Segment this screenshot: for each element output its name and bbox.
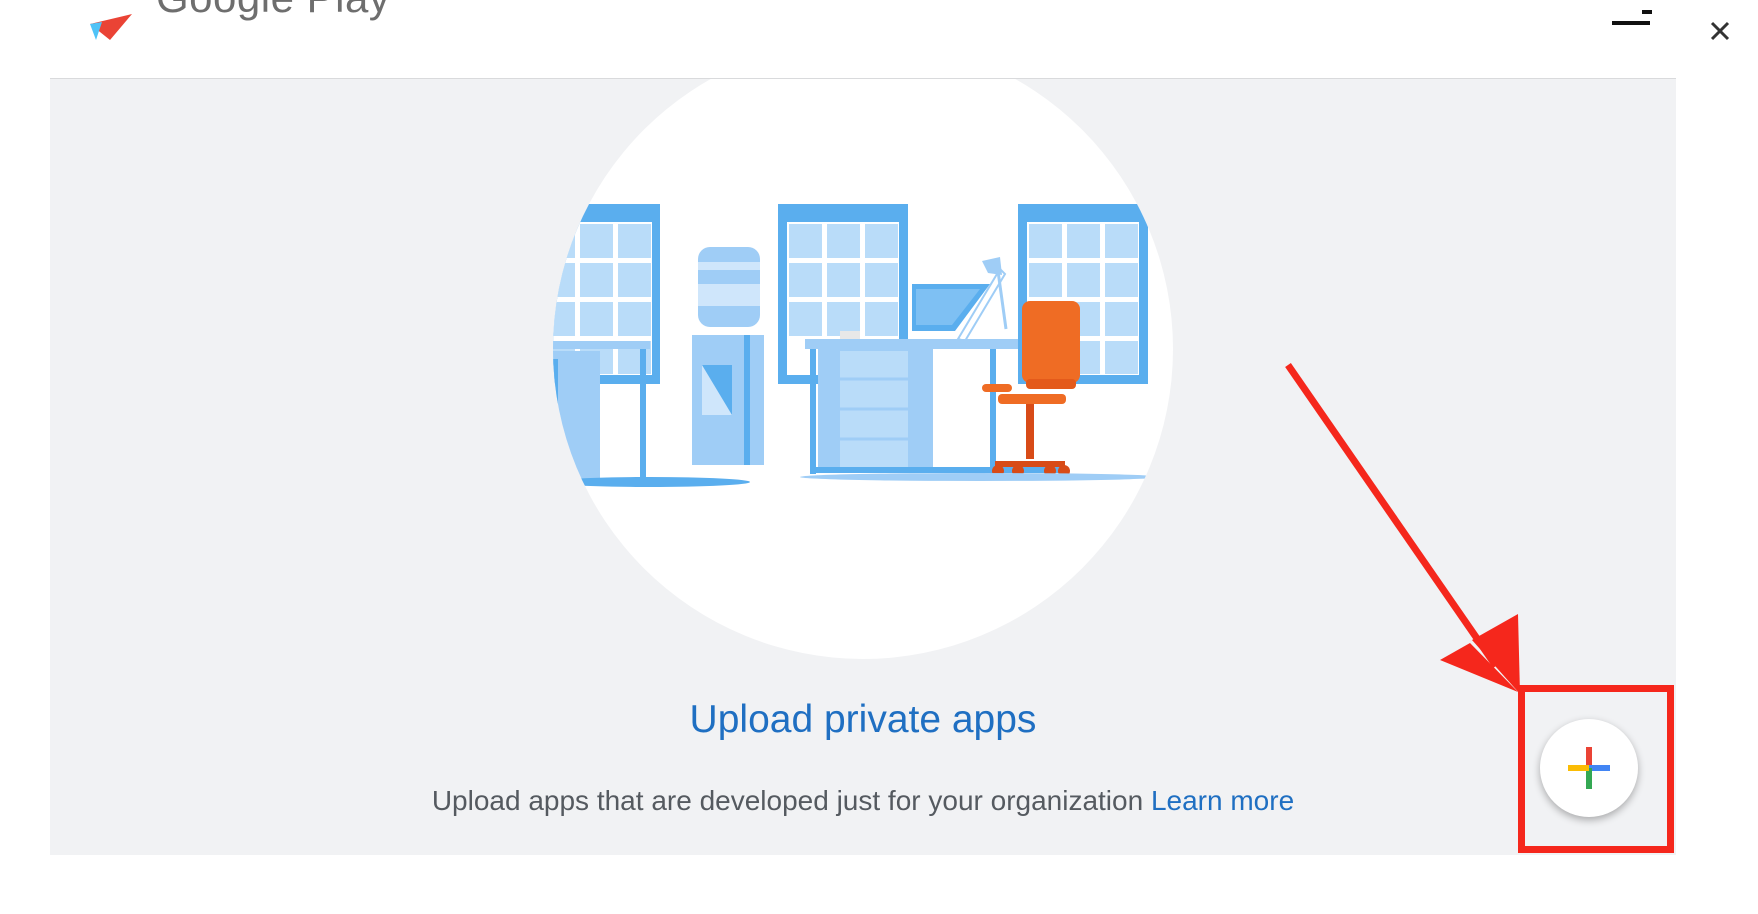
add-app-button[interactable] [1540, 719, 1638, 817]
learn-more-link[interactable]: Learn more [1151, 785, 1294, 816]
top-bar: Google Play [0, 0, 1758, 78]
google-play-logo-icon [90, 14, 132, 40]
close-icon[interactable] [1703, 14, 1737, 48]
subtitle-text: Upload apps that are developed just for … [431, 785, 1144, 816]
office-illustration [553, 79, 1173, 659]
main-panel: Upload private apps Upload apps that are… [50, 78, 1676, 855]
brand-name: Google Play [156, 0, 390, 22]
page-title: Upload private apps [689, 698, 1037, 741]
page-subtitle: Upload apps that are developed just for … [50, 785, 1676, 817]
menu-glyph-icon[interactable] [1612, 10, 1652, 30]
multicolor-plus-icon [1568, 747, 1610, 789]
